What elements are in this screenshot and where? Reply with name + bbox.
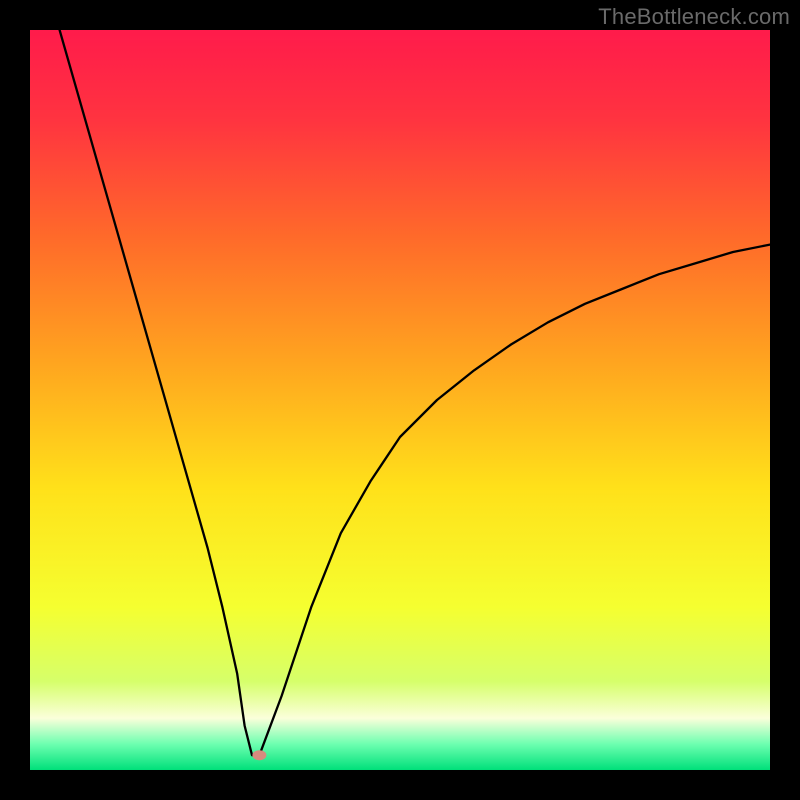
gradient-background [30, 30, 770, 770]
plot-area [30, 30, 770, 770]
watermark-text: TheBottleneck.com [598, 4, 790, 30]
chart-svg [30, 30, 770, 770]
chart-frame: TheBottleneck.com [0, 0, 800, 800]
optimum-marker [252, 750, 266, 760]
